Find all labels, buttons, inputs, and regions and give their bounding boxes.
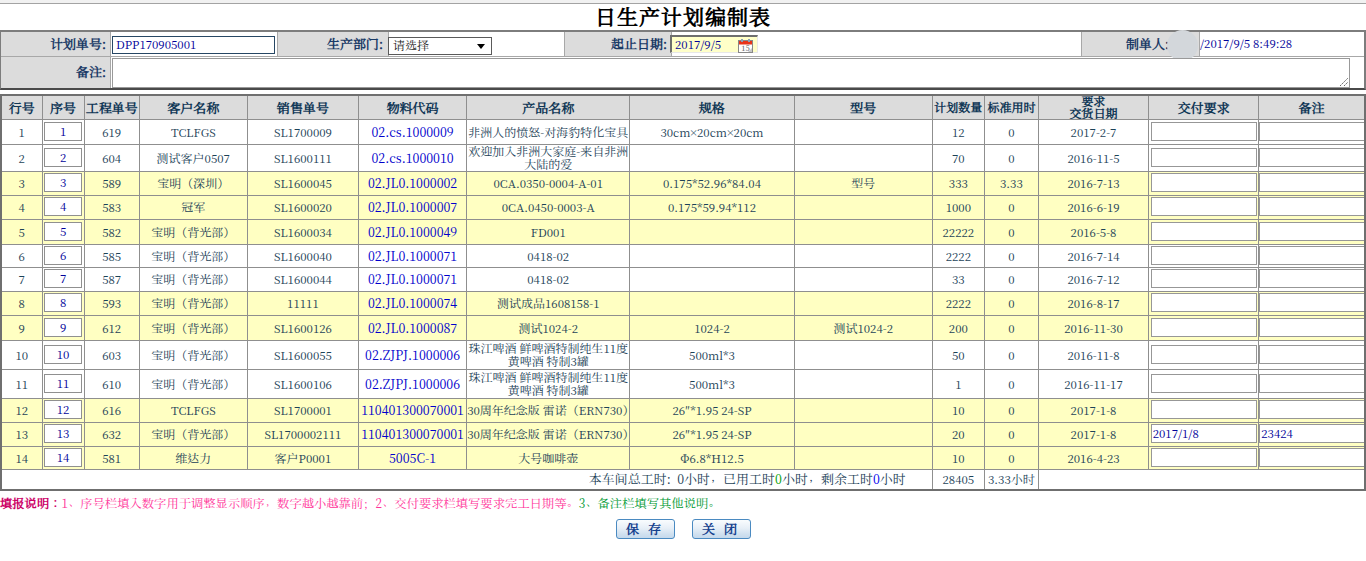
svg-text:15: 15 xyxy=(741,43,749,53)
